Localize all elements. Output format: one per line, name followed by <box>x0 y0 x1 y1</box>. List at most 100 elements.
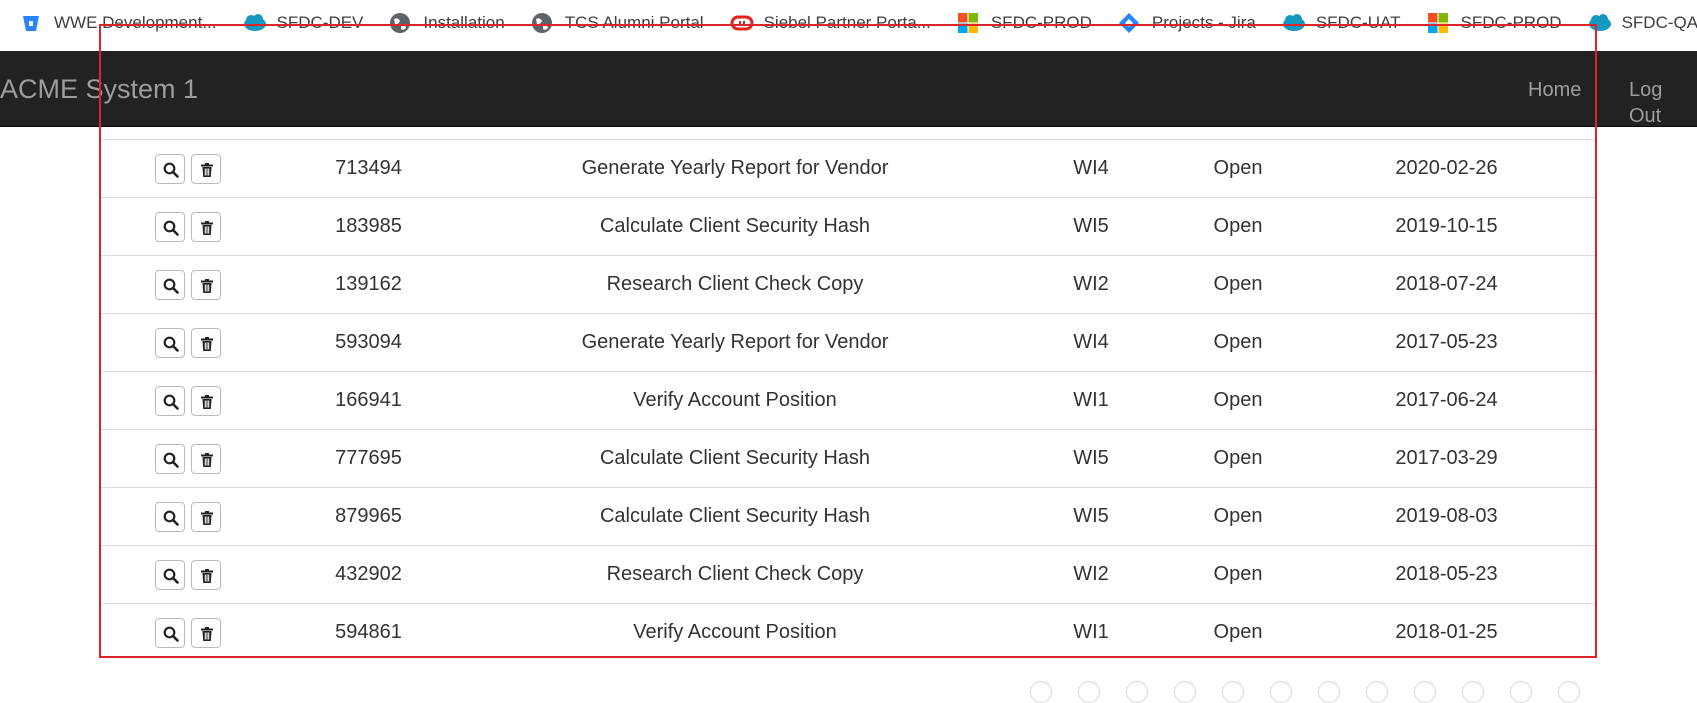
row-actions <box>101 140 271 198</box>
delete-button[interactable] <box>191 443 221 474</box>
table-row: 777695 Calculate Client Security Hash WI5 O… <box>101 429 1595 488</box>
delete-button[interactable] <box>191 617 221 648</box>
salesforce-cloud-icon <box>1588 12 1611 34</box>
delete-button[interactable] <box>191 269 221 300</box>
delete-button[interactable] <box>191 327 221 358</box>
cell-title: Calculate Client Security Hash <box>599 447 871 469</box>
brand-title[interactable]: ACME System 1 <box>0 71 198 107</box>
cell-type: WI1 <box>1073 389 1109 411</box>
page-dot[interactable] <box>1414 681 1436 703</box>
cell-title: Calculate Client Security Hash <box>599 215 871 237</box>
cell-status: Open <box>1213 563 1263 585</box>
delete-button[interactable] <box>191 559 221 590</box>
delete-button[interactable] <box>191 501 221 532</box>
cell-id: 139162 <box>335 273 402 295</box>
bookmark-label: SFDC-PROD <box>990 13 1092 32</box>
cell-date: 2017-06-24 <box>1395 389 1498 411</box>
table-row: 879965 Calculate Client Security Hash WI5 O… <box>101 487 1595 546</box>
view-button[interactable] <box>155 443 185 474</box>
cell-date: 2018-05-23 <box>1395 563 1498 585</box>
page-dot[interactable] <box>1366 681 1388 703</box>
cell-status: Open <box>1213 621 1263 644</box>
view-button[interactable] <box>155 211 185 242</box>
table-row: 166941 Verify Account Position WI1 Open 2017… <box>101 371 1595 430</box>
bookmark-label: Siebel Partner Porta... <box>763 13 931 32</box>
table-body: 713494 Generate Yearly Report for Vendor W… <box>101 139 1595 662</box>
view-button[interactable] <box>155 385 185 416</box>
salesforce-cloud-icon <box>1282 12 1305 34</box>
page-dot[interactable] <box>1462 681 1484 703</box>
row-actions <box>101 372 271 430</box>
view-button[interactable] <box>155 153 185 184</box>
bitbucket-icon <box>20 12 42 34</box>
bookmark-sfdc-prod-2[interactable]: SFDC-PROD <box>1427 12 1562 34</box>
view-button[interactable] <box>155 269 185 300</box>
cell-title: Verify Account Position <box>633 389 837 411</box>
cell-id: 594861 <box>335 621 402 644</box>
bookmark-label: Installation <box>423 13 505 32</box>
cell-status: Open <box>1213 505 1263 527</box>
cell-id: 183985 <box>335 215 402 237</box>
bookmark-label: SFDC-UAT <box>1315 13 1401 32</box>
cell-title: Calculate Client Security Hash <box>599 505 871 527</box>
bookmark-installation[interactable]: Installation <box>389 12 505 34</box>
cell-title: Research Client Check Copy <box>606 273 864 295</box>
cell-title: Verify Account Position <box>633 621 837 644</box>
view-button[interactable] <box>155 617 185 648</box>
bookmark-sfdc-uat[interactable]: SFDC-UAT <box>1282 12 1401 34</box>
cell-date: 2018-01-25 <box>1395 621 1498 644</box>
cell-date: 2020-02-26 <box>1395 157 1498 179</box>
page-dot[interactable] <box>1270 681 1292 703</box>
cell-type: WI4 <box>1073 157 1109 179</box>
page-dot[interactable] <box>1174 681 1196 703</box>
cell-type: WI2 <box>1073 273 1109 295</box>
row-actions <box>101 256 271 314</box>
cell-type: WI5 <box>1073 215 1109 237</box>
cell-date: 2019-10-15 <box>1395 215 1498 237</box>
table-row: 432902 Research Client Check Copy WI2 Open 2… <box>101 545 1595 604</box>
bookmark-projects-jira[interactable]: Projects - Jira <box>1118 12 1256 34</box>
jira-icon <box>1118 12 1140 34</box>
cell-status: Open <box>1213 331 1263 353</box>
view-button[interactable] <box>155 501 185 532</box>
row-actions <box>101 546 271 604</box>
cell-date: 2017-05-23 <box>1395 331 1498 353</box>
page-dot[interactable] <box>1318 681 1340 703</box>
cell-date: 2019-08-03 <box>1395 505 1498 527</box>
bookmark-sfdc-qa[interactable]: SFDC-QA <box>1588 12 1697 34</box>
page-dot[interactable] <box>1078 681 1100 703</box>
view-button[interactable] <box>155 559 185 590</box>
page-dot[interactable] <box>1510 681 1532 703</box>
page-dot[interactable] <box>1030 681 1052 703</box>
cell-id: 432902 <box>335 563 402 585</box>
page-dot[interactable] <box>1222 681 1244 703</box>
nav-home-link[interactable]: Home <box>1528 77 1581 103</box>
nav-logout-link[interactable]: Log Out <box>1629 77 1697 129</box>
globe-icon <box>531 12 553 34</box>
bookmark-label: SFDC-QA <box>1621 13 1697 32</box>
globe-icon <box>389 12 411 34</box>
row-actions <box>101 314 271 372</box>
page-dot[interactable] <box>1126 681 1148 703</box>
work-items-table-container: 713494 Generate Yearly Report for Vendor W… <box>101 139 1595 662</box>
bookmarks-bar: WWE Development... SFDC-DEV Installation… <box>0 0 1697 46</box>
delete-button[interactable] <box>191 211 221 242</box>
delete-button[interactable] <box>191 153 221 184</box>
row-actions <box>101 198 271 256</box>
cell-title: Generate Yearly Report for Vendor <box>581 331 889 353</box>
delete-button[interactable] <box>191 385 221 416</box>
bookmark-siebel-partner-portal[interactable]: Siebel Partner Porta... <box>730 12 931 34</box>
bookmark-sfdc-dev[interactable]: SFDC-DEV <box>243 12 363 34</box>
row-actions <box>101 488 271 546</box>
salesforce-cloud-icon <box>243 12 266 34</box>
table-row: 139162 Research Client Check Copy WI2 Open 2… <box>101 255 1595 314</box>
oracle-icon <box>730 12 754 34</box>
view-button[interactable] <box>155 327 185 358</box>
table-row: 594861 Verify Account Position WI1 Open 2018… <box>101 603 1595 662</box>
page-dot[interactable] <box>1558 681 1580 703</box>
bookmark-tcs-alumni-portal[interactable]: TCS Alumni Portal <box>531 12 704 34</box>
bookmark-sfdc-prod[interactable]: SFDC-PROD <box>957 12 1092 34</box>
bookmark-wwe-development[interactable]: WWE Development... <box>20 12 217 34</box>
cell-date: 2018-07-24 <box>1395 273 1498 295</box>
cell-status: Open <box>1213 157 1263 179</box>
